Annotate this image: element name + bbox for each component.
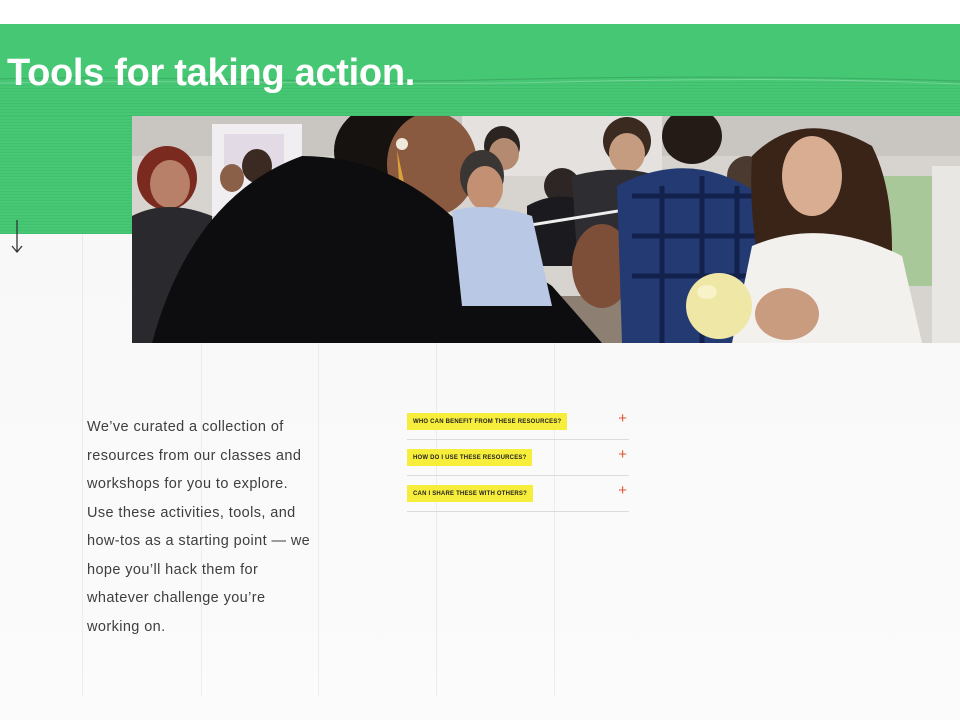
plus-icon[interactable]: + <box>618 483 627 498</box>
faq-question[interactable]: CAN I SHARE THESE WITH OTHERS? <box>407 485 534 502</box>
faq-item-share[interactable]: CAN I SHARE THESE WITH OTHERS? + <box>407 476 629 512</box>
faq-item-who-can-benefit[interactable]: WHO CAN BENEFIT FROM THESE RESOURCES? + <box>407 404 629 440</box>
faq-question[interactable]: WHO CAN BENEFIT FROM THESE RESOURCES? <box>407 413 568 430</box>
hero-banner: Tools for taking action. <box>0 24 960 116</box>
arrow-down-icon[interactable] <box>10 218 24 256</box>
intro-text: We’ve curated a collection of resources … <box>87 419 311 635</box>
faq-item-how-to-use[interactable]: HOW DO I USE THESE RESOURCES? + <box>407 440 629 476</box>
faq-question[interactable]: HOW DO I USE THESE RESOURCES? <box>407 449 533 466</box>
faq-accordion: WHO CAN BENEFIT FROM THESE RESOURCES? + … <box>407 404 629 512</box>
hero-side-block <box>0 116 132 234</box>
page-title: Tools for taking action. <box>7 52 415 94</box>
plus-icon[interactable]: + <box>618 447 627 462</box>
page: Tools for taking action. We’ve curated a… <box>0 0 960 720</box>
hero-side-texture <box>0 116 132 234</box>
plus-icon[interactable]: + <box>618 411 627 426</box>
workshop-participants-photo <box>132 116 960 343</box>
